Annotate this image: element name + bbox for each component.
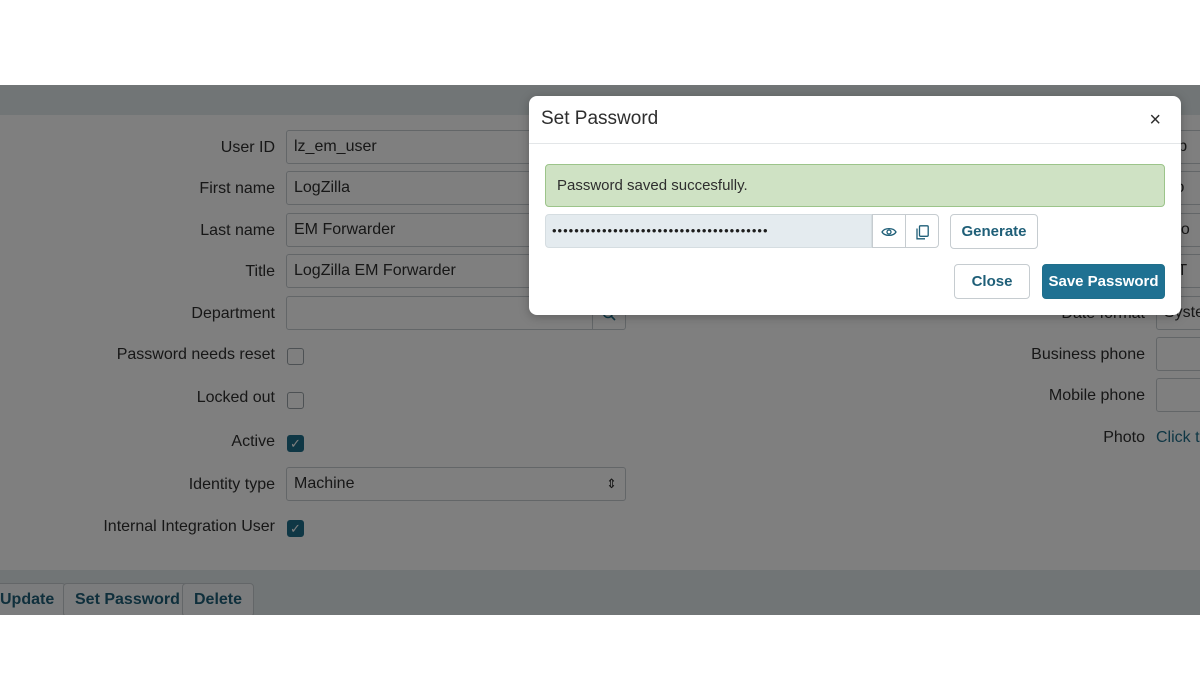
eye-icon <box>881 228 897 237</box>
close-icon[interactable]: × <box>1149 108 1161 132</box>
show-password-button[interactable] <box>872 214 906 248</box>
copy-icon <box>915 224 929 240</box>
set-password-modal: Set Password × Password saved succesfull… <box>529 96 1181 315</box>
copy-password-button[interactable] <box>905 214 939 248</box>
generate-button[interactable]: Generate <box>950 214 1038 249</box>
close-button[interactable]: Close <box>954 264 1030 299</box>
modal-header: Set Password × <box>529 96 1181 144</box>
password-input[interactable]: ••••••••••••••••••••••••••••••••••••••• <box>545 214 872 248</box>
success-alert: Password saved succesfully. <box>545 164 1165 207</box>
modal-title: Set Password <box>541 108 659 129</box>
save-password-button[interactable]: Save Password <box>1042 264 1165 299</box>
